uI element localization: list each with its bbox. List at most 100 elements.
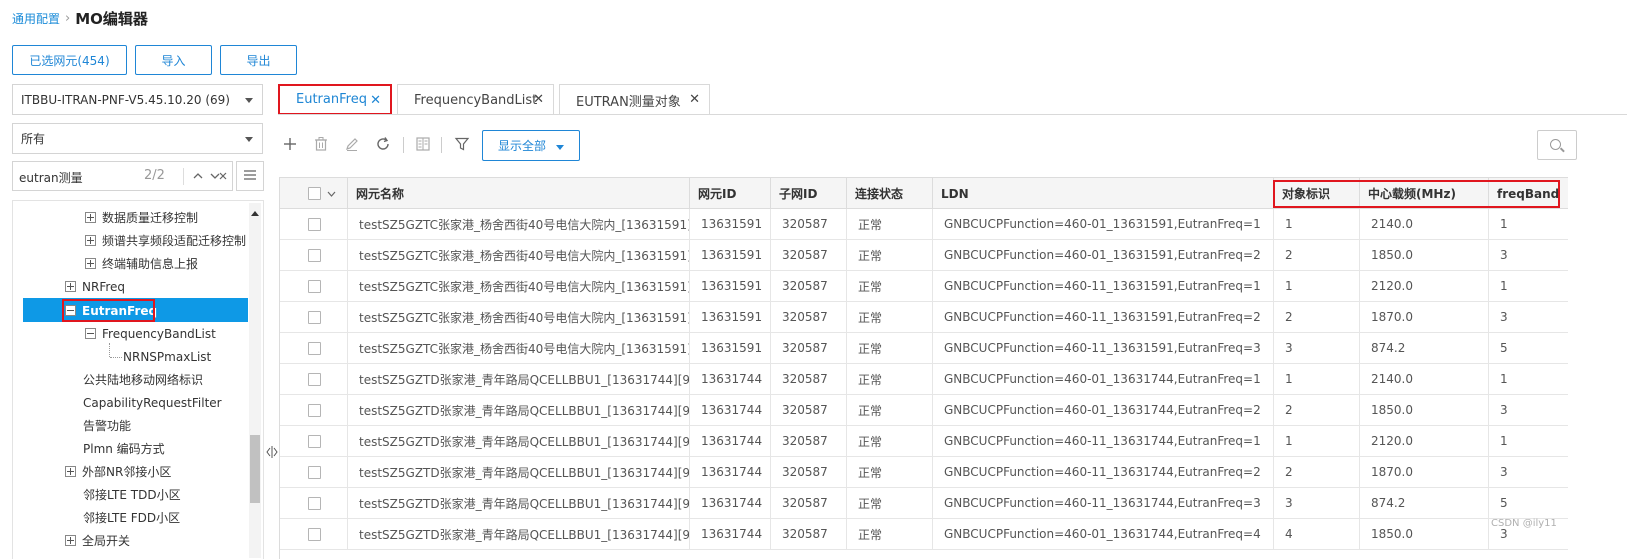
cell-freqband: 1 xyxy=(1500,372,1508,386)
row-checkbox[interactable] xyxy=(308,248,321,262)
close-icon[interactable]: ✕ xyxy=(370,93,381,108)
table-row[interactable]: testSZ5GZTC张家港_杨舍西街40号电信大院内_[13631591][9… xyxy=(280,271,1568,302)
table-row[interactable]: testSZ5GZTC张家港_杨舍西街40号电信大院内_[13631591][9… xyxy=(280,302,1568,333)
column-header-ne-id[interactable]: 网元ID xyxy=(690,178,771,209)
row-checkbox[interactable] xyxy=(308,527,321,541)
cell-ne-name: testSZ5GZTC张家港_杨舍西街40号电信大院内_[13631591][9… xyxy=(348,209,690,239)
row-checkbox[interactable] xyxy=(308,217,321,231)
table-row[interactable]: testSZ5GZTC张家港_杨舍西街40号电信大院内_[13631591][9… xyxy=(280,333,1568,364)
tree-node[interactable]: CapabilityRequestFilter xyxy=(83,391,222,414)
tree-node[interactable]: FrequencyBandList xyxy=(85,322,216,345)
row-checkbox[interactable] xyxy=(308,403,321,417)
cell-connection-status: 正常 xyxy=(847,240,933,270)
list-icon xyxy=(243,169,257,184)
tree-connector xyxy=(110,357,122,358)
expand-icon[interactable] xyxy=(85,235,96,246)
expand-icon[interactable] xyxy=(85,212,96,223)
table-row[interactable]: testSZ5GZTD张家港_青年路局QCELLBBU1_[13631744][… xyxy=(280,364,1568,395)
tab-frequencybandlist[interactable]: FrequencyBandList ✕ xyxy=(397,84,554,115)
delete-icon[interactable] xyxy=(311,136,331,157)
select-all-checkbox[interactable] xyxy=(308,187,321,200)
tab-label: EutranFreq xyxy=(296,92,367,107)
tree-node[interactable]: NRFreq xyxy=(65,275,125,298)
row-checkbox[interactable] xyxy=(308,434,321,448)
ne-version-select[interactable]: ITBBU-ITRAN-PNF-V5.45.10.20 (69) xyxy=(12,84,263,115)
tree-search-value: eutran测量 xyxy=(19,171,83,185)
expand-icon[interactable] xyxy=(65,466,76,477)
filter-icon[interactable] xyxy=(452,136,472,157)
expand-icon[interactable] xyxy=(85,258,96,269)
cell-ne-name: testSZ5GZTD张家港_青年路局QCELLBBU1_[13631744][… xyxy=(348,457,690,487)
show-all-label: 显示全部 xyxy=(498,139,547,153)
row-checkbox[interactable] xyxy=(308,341,321,355)
tree-node[interactable]: 外部NR邻接小区 xyxy=(65,460,171,483)
table-row[interactable]: testSZ5GZTC张家港_杨舍西街40号电信大院内_[13631591][9… xyxy=(280,209,1568,240)
show-all-dropdown[interactable]: 显示全部 xyxy=(482,130,580,161)
scroll-up-icon[interactable] xyxy=(251,211,259,216)
selected-ne-button[interactable]: 已选网元(454) xyxy=(12,45,127,75)
table-row[interactable]: testSZ5GZTD张家港_青年路局QCELLBBU1_[13631744][… xyxy=(280,395,1568,426)
tree-node[interactable]: 公共陆地移动网络标识 xyxy=(83,368,203,391)
collapse-icon[interactable] xyxy=(85,328,96,339)
row-checkbox[interactable] xyxy=(308,496,321,510)
table-row[interactable]: testSZ5GZTD张家港_青年路局QCELLBBU1_[13631744][… xyxy=(280,488,1568,519)
cell-freqband: 3 xyxy=(1500,465,1508,479)
scope-select[interactable]: 所有 xyxy=(12,123,263,154)
tree-node[interactable]: 终端辅助信息上报 xyxy=(85,252,198,275)
tree-scrollbar[interactable] xyxy=(249,203,261,558)
refresh-icon[interactable] xyxy=(373,136,393,157)
cell-ldn: GNBCUCPFunction=460-11_13631591,EutranFr… xyxy=(933,271,1274,301)
clear-icon[interactable] xyxy=(218,168,228,187)
cell-object-id: 1 xyxy=(1274,209,1360,239)
tree-node[interactable]: 邻接LTE FDD小区 xyxy=(83,506,180,529)
close-icon[interactable]: ✕ xyxy=(689,92,700,107)
list-menu-button[interactable] xyxy=(236,161,264,191)
splitter-handle-icon[interactable] xyxy=(266,444,278,463)
tree-node[interactable]: 告警功能 xyxy=(83,414,131,437)
chevron-up-icon[interactable] xyxy=(193,166,203,189)
table-row[interactable]: testSZ5GZTD张家港_青年路局QCELLBBU1_[13631744][… xyxy=(280,426,1568,457)
tab-eutranfreq[interactable]: EutranFreq ✕ xyxy=(278,84,392,115)
row-checkbox-cell xyxy=(280,271,348,301)
table-row[interactable]: testSZ5GZTD张家港_青年路局QCELLBBU1_[13631744][… xyxy=(280,457,1568,488)
tree-search-input[interactable]: eutran测量 2/2 xyxy=(12,161,233,191)
table-search-button[interactable] xyxy=(1537,130,1577,160)
tree-node[interactable]: 全局开关 xyxy=(65,529,130,552)
table-row[interactable]: testSZ5GZTC张家港_杨舍西街40号电信大院内_[13631591][9… xyxy=(280,240,1568,271)
chevron-down-icon xyxy=(556,145,564,150)
tab-eutran-measure-object[interactable]: EUTRAN测量对象 ✕ xyxy=(559,84,710,115)
breadcrumb-link-general-config[interactable]: 通用配置 xyxy=(12,10,60,27)
tree-node[interactable]: 邻接LTE TDD小区 xyxy=(83,483,181,506)
row-checkbox-cell xyxy=(280,333,348,363)
add-icon[interactable] xyxy=(280,136,300,157)
row-checkbox[interactable] xyxy=(308,279,321,293)
tree-node[interactable]: 数据质量迁移控制 xyxy=(85,206,198,229)
row-checkbox[interactable] xyxy=(308,465,321,479)
row-checkbox[interactable] xyxy=(308,372,321,386)
cell-ldn: GNBCUCPFunction=460-11_13631591,EutranFr… xyxy=(933,333,1274,363)
tree-node[interactable]: 频谱共享频段适配迁移控制 xyxy=(85,229,246,252)
column-header-ne-name[interactable]: 网元名称 xyxy=(348,178,690,209)
chevron-down-icon[interactable] xyxy=(327,187,336,201)
expand-icon[interactable] xyxy=(65,535,76,546)
export-button[interactable]: 导出 xyxy=(220,45,297,75)
columns-icon[interactable] xyxy=(413,136,433,157)
column-header-subnet-id[interactable]: 子网ID xyxy=(771,178,847,209)
close-icon[interactable]: ✕ xyxy=(533,92,544,107)
row-checkbox-cell xyxy=(280,395,348,425)
row-checkbox[interactable] xyxy=(308,310,321,324)
cell-object-id: 2 xyxy=(1274,395,1360,425)
tree-node[interactable]: Plmn 编码方式 xyxy=(83,437,165,460)
import-button[interactable]: 导入 xyxy=(135,45,212,75)
column-header-ldn[interactable]: LDN xyxy=(933,178,1274,209)
edit-icon[interactable] xyxy=(342,136,362,157)
cell-ne-id: 13631591 xyxy=(690,271,771,301)
tree-node[interactable]: NRNSPmaxList xyxy=(123,345,211,368)
cell-ldn: GNBCUCPFunction=460-01_13631744,EutranFr… xyxy=(933,395,1274,425)
column-header-connection-status[interactable]: 连接状态 xyxy=(847,178,933,209)
table-row[interactable]: testSZ5GZTD张家港_青年路局QCELLBBU1_[13631744][… xyxy=(280,519,1568,550)
expand-icon[interactable] xyxy=(65,281,76,292)
cell-ldn: GNBCUCPFunction=460-11_13631744,EutranFr… xyxy=(933,488,1274,518)
scroll-thumb[interactable] xyxy=(250,435,260,503)
mo-tree: 数据质量迁移控制 频谱共享频段适配迁移控制 终端辅助信息上报 NRFreq Eu… xyxy=(12,200,264,559)
